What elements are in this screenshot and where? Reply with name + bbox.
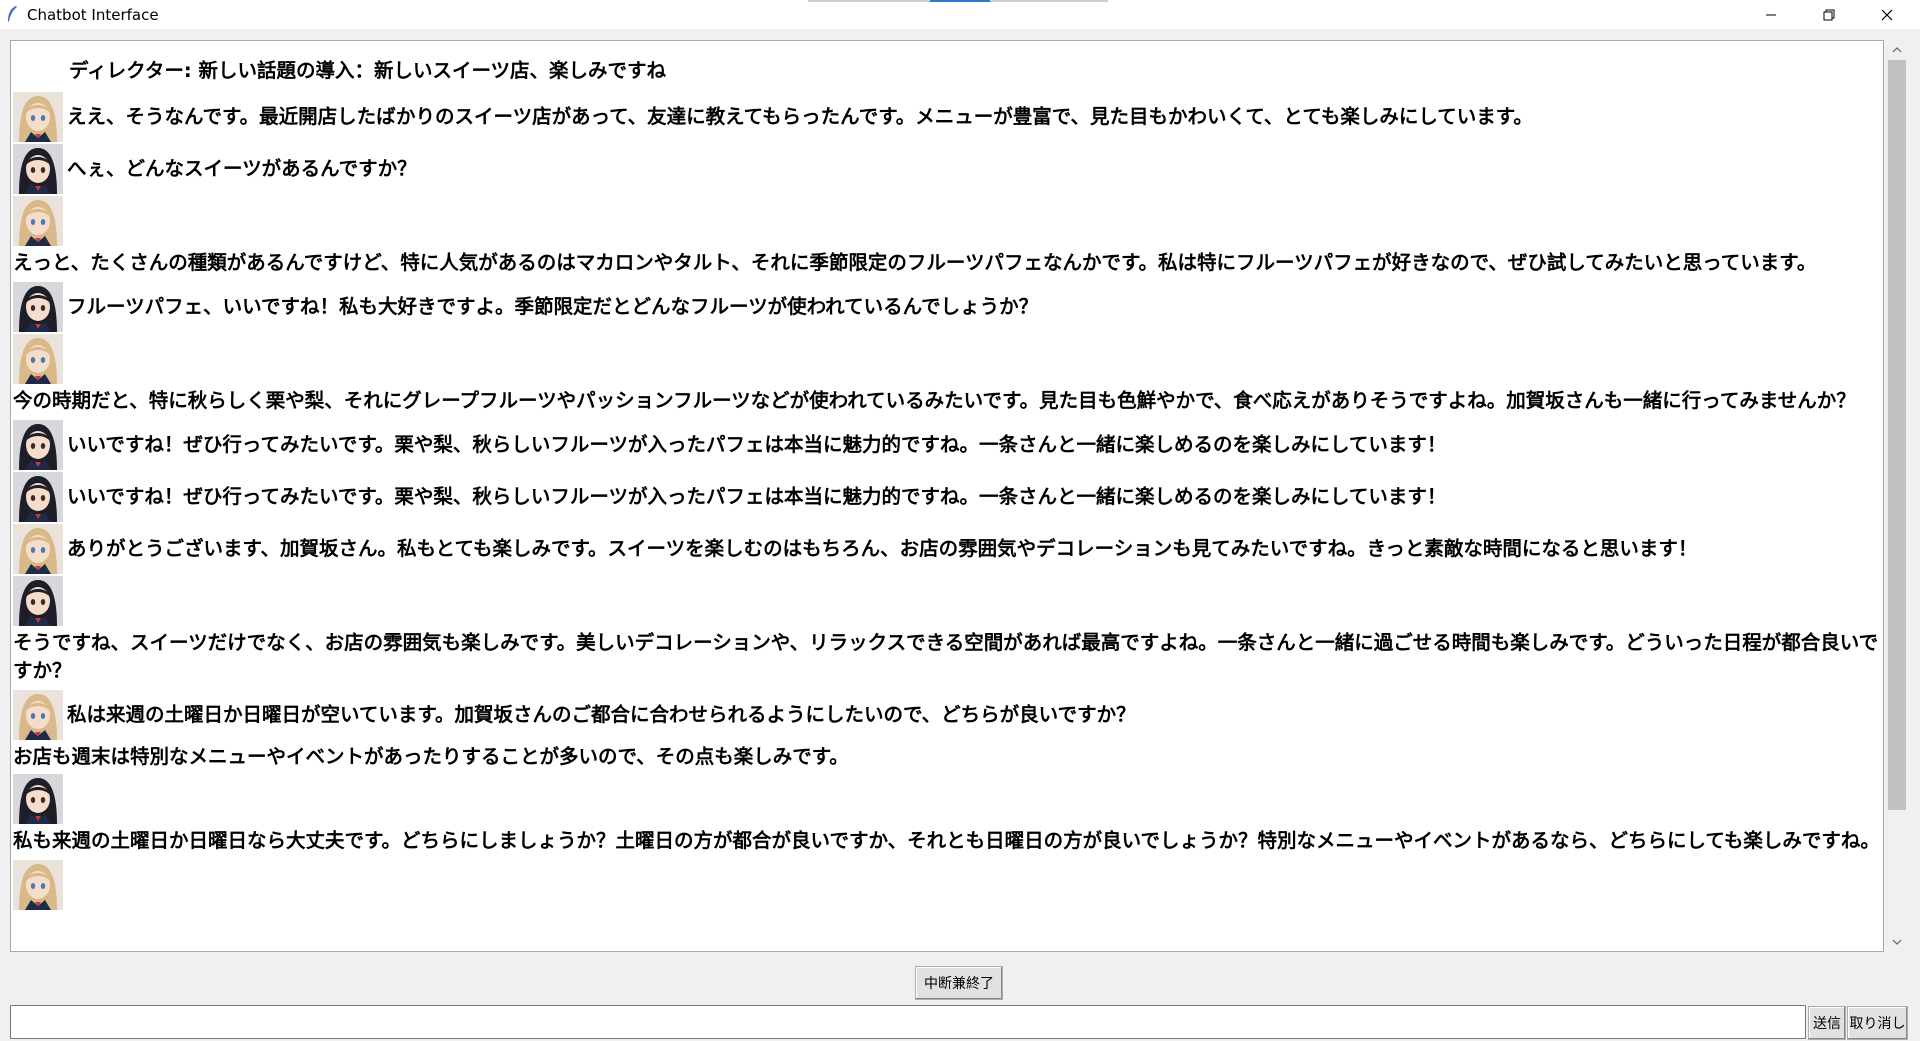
message-text: いいですね！ぜひ行ってみたいです。栗や梨、秋らしいフルーツが入ったパフェは本当に…: [67, 433, 1447, 456]
avatar-blonde-girl: [13, 860, 63, 910]
avatar-blonde-girl: [13, 524, 63, 574]
restore-icon: [1823, 9, 1835, 20]
message-text: 今の時期だと、特に秋らしく栗や梨、それにグレープフルーツやパッションフルーツなど…: [13, 389, 1856, 412]
app-window: Chatbot Interface ディレクター: 新しい話題の導入：新しいスイ…: [0, 0, 1920, 1041]
avatar-black-hair-girl: [13, 576, 63, 626]
scroll-down-button[interactable]: [1884, 932, 1910, 952]
avatar-black-hair-girl: [13, 472, 63, 522]
message-row: いいですね！ぜひ行ってみたいです。栗や梨、秋らしいフルーツが入ったパフェは本当に…: [13, 471, 1883, 523]
avatar-black-hair-girl: [13, 774, 63, 824]
chat-scrollbar[interactable]: [1884, 40, 1910, 952]
message-text: えっと、たくさんの種類があるんですけど、特に人気があるのはマカロンやタルト、それ…: [13, 251, 1817, 274]
message-avatar-row: [13, 195, 1883, 247]
cancel-button[interactable]: 取り消し: [1847, 1006, 1908, 1040]
message-continuation-text: お店も週末は特別なメニューやイベントがあったりすることが多いので、その点も楽しみ…: [13, 745, 849, 768]
message-avatar-row: [13, 859, 1883, 911]
avatar-blonde-girl: [13, 334, 63, 384]
avatar-black-hair-girl: [13, 282, 63, 332]
message-text: 私は来週の土曜日か日曜日が空いています。加賀坂さんのご都合に合わせられるようにし…: [67, 703, 1136, 726]
message-row: 私は来週の土曜日か日曜日が空いています。加賀坂さんのご都合に合わせられるようにし…: [13, 689, 1883, 741]
restore-button[interactable]: [1800, 0, 1858, 29]
message-text: ありがとうございます、加賀坂さん。私もとても楽しみです。スイーツを楽しむのはもち…: [67, 537, 1698, 560]
message-text: フルーツパフェ、いいですね！私も大好きですよ。季節限定だとどんなフルーツが使われ…: [67, 295, 1039, 318]
message-row: ええ、そうなんです。最近開店したばかりのスイーツ店があって、友達に教えてもらった…: [13, 91, 1883, 143]
feather-icon: [8, 6, 17, 22]
minimize-icon: [1766, 14, 1776, 15]
stop-and-exit-button[interactable]: 中断兼終了: [915, 966, 1003, 1000]
avatar-blonde-girl: [13, 196, 63, 246]
message-input[interactable]: [10, 1005, 1806, 1039]
avatar-black-hair-girl: [13, 420, 63, 470]
chat-transcript-content: ディレクター: 新しい話題の導入：新しいスイーツ店、楽しみですね ええ、そうなん…: [13, 51, 1883, 911]
message-row: ありがとうございます、加賀坂さん。私もとても楽しみです。スイーツを楽しむのはもち…: [13, 523, 1883, 575]
avatar-blonde-girl: [13, 92, 63, 142]
close-icon: [1881, 9, 1893, 20]
message-avatar-row: [13, 773, 1883, 825]
message-avatar-row: [13, 333, 1883, 385]
close-button[interactable]: [1858, 0, 1916, 29]
chat-transcript[interactable]: ディレクター: 新しい話題の導入：新しいスイーツ店、楽しみですね ええ、そうなん…: [10, 40, 1884, 952]
window-title: Chatbot Interface: [27, 6, 159, 24]
message-row: いいですね！ぜひ行ってみたいです。栗や梨、秋らしいフルーツが入ったパフェは本当に…: [13, 419, 1883, 471]
message-text: そうですね、スイーツだけでなく、お店の雰囲気も楽しみです。美しいデコレーションや…: [13, 631, 1879, 682]
director-line: ディレクター: 新しい話題の導入：新しいスイーツ店、楽しみですね: [69, 59, 667, 82]
message-text: 私も来週の土曜日か日曜日なら大丈夫です。どちらにしましょうか？土曜日の方が都合が…: [13, 829, 1880, 852]
chevron-down-icon: [1892, 939, 1902, 945]
tab-strip-active-hint: [930, 0, 990, 2]
avatar-blonde-girl: [13, 690, 63, 740]
message-avatar-row: [13, 575, 1883, 627]
chevron-up-icon: [1892, 47, 1902, 53]
scroll-thumb[interactable]: [1888, 60, 1906, 810]
scroll-up-button[interactable]: [1884, 40, 1910, 60]
message-row: フルーツパフェ、いいですね！私も大好きですよ。季節限定だとどんなフルーツが使われ…: [13, 281, 1883, 333]
message-text: へぇ、どんなスイーツがあるんですか？: [67, 157, 417, 180]
avatar-black-hair-girl: [13, 144, 63, 194]
minimize-button[interactable]: [1742, 0, 1800, 29]
message-row: へぇ、どんなスイーツがあるんですか？: [13, 143, 1883, 195]
send-button[interactable]: 送信: [1808, 1006, 1846, 1040]
message-text: いいですね！ぜひ行ってみたいです。栗や梨、秋らしいフルーツが入ったパフェは本当に…: [67, 485, 1447, 508]
title-bar[interactable]: Chatbot Interface: [0, 0, 1920, 29]
message-text: ええ、そうなんです。最近開店したばかりのスイーツ店があって、友達に教えてもらった…: [67, 105, 1533, 128]
